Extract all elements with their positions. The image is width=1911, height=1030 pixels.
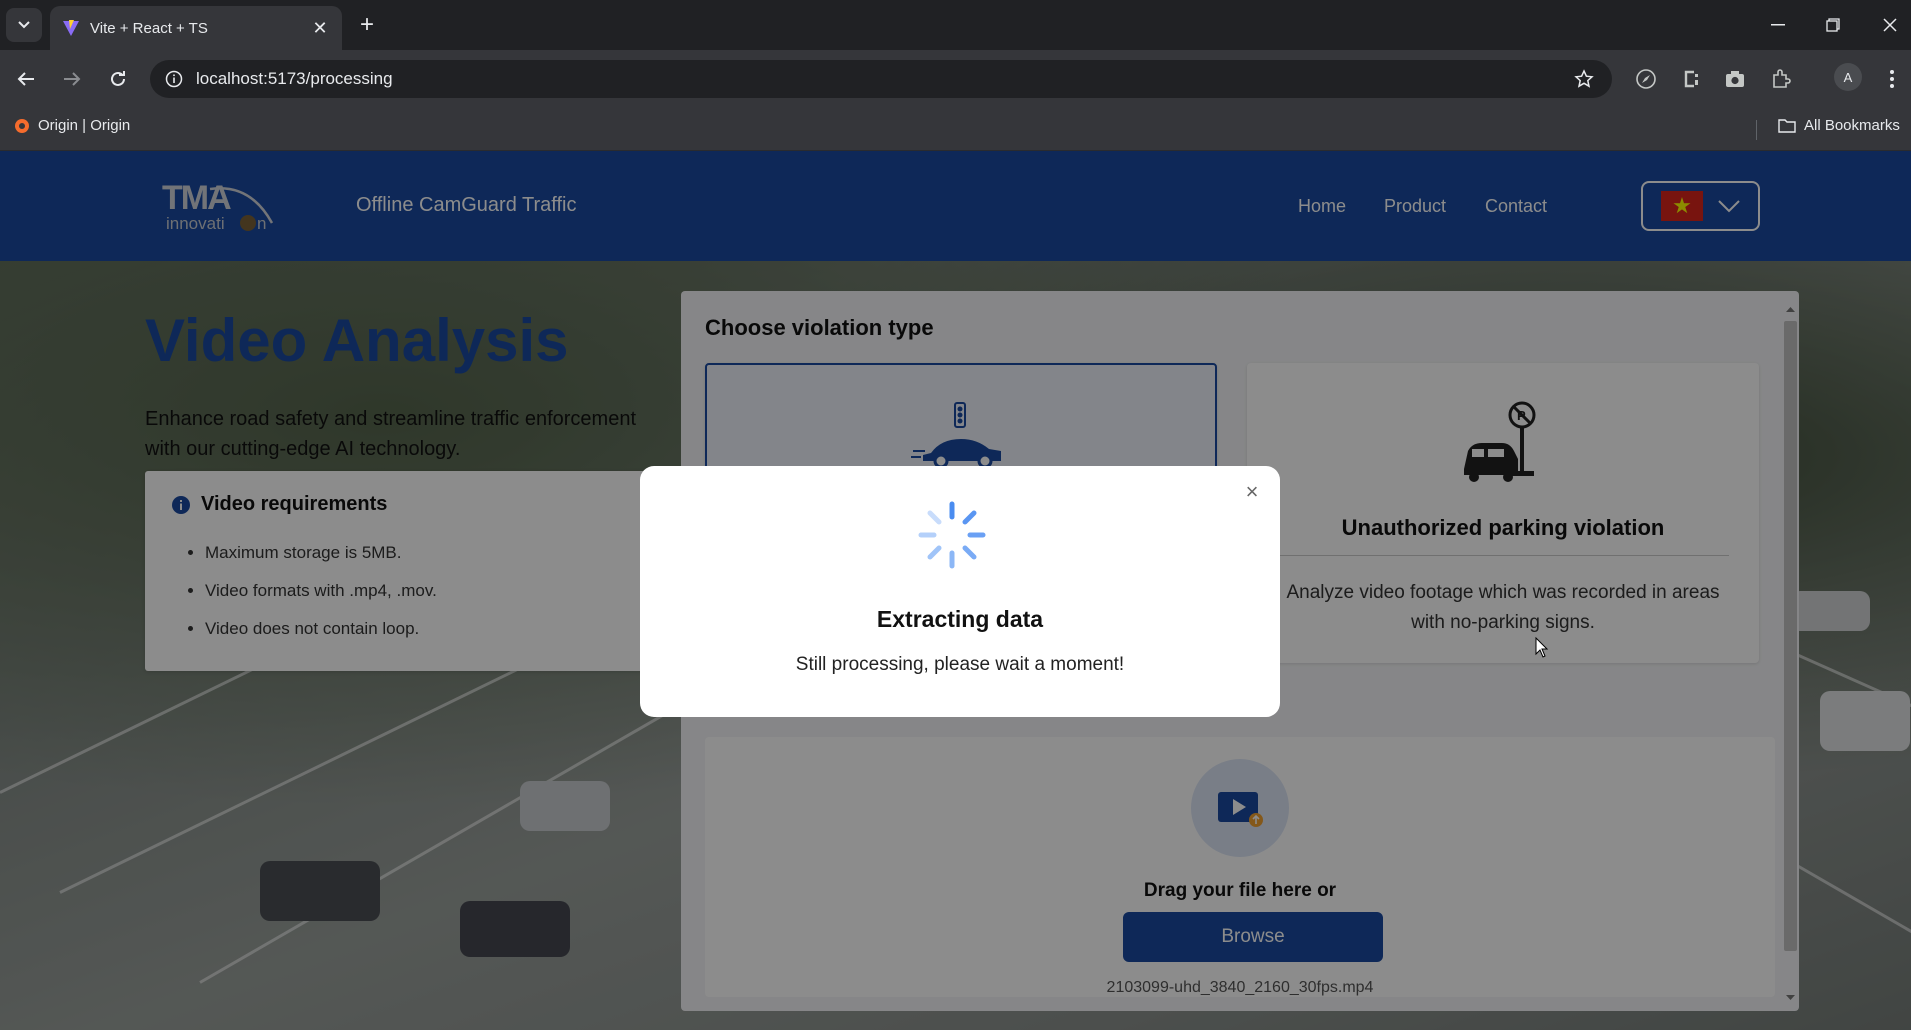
minimize-icon: [1771, 24, 1785, 26]
back-button[interactable]: [10, 63, 42, 95]
bookmarks-bar: Origin | Origin All Bookmarks: [0, 108, 1911, 151]
tab-strip: Vite + React + TS ✕ +: [0, 0, 1911, 50]
modal-message: Still processing, please wait a moment!: [795, 654, 1125, 675]
modal-title: Extracting data: [876, 606, 1044, 632]
camera-icon[interactable]: [1721, 65, 1749, 93]
close-window-button[interactable]: [1870, 10, 1910, 40]
url-text: localhost:5173/processing: [196, 69, 393, 88]
folder-icon: [1778, 119, 1796, 133]
arrow-left-icon: [17, 72, 34, 86]
chevron-down-icon: [18, 21, 30, 29]
extensions-puzzle-icon[interactable]: [1767, 65, 1795, 93]
bookmark-origin[interactable]: Origin | Origin: [14, 117, 130, 134]
vite-logo-icon: [63, 20, 79, 36]
all-bookmarks-button[interactable]: All Bookmarks: [1778, 117, 1900, 134]
restore-button[interactable]: [1813, 10, 1853, 40]
loading-spinner-icon: [918, 501, 986, 569]
reload-button[interactable]: [102, 63, 134, 95]
close-icon[interactable]: ×: [1240, 479, 1264, 504]
extension-compass-icon[interactable]: [1632, 65, 1660, 93]
bookmark-label: Origin | Origin: [38, 117, 131, 134]
bookmark-star-icon[interactable]: [1564, 69, 1604, 89]
bookmark-divider: [1756, 120, 1757, 140]
minimize-button[interactable]: [1758, 10, 1798, 40]
menu-kebab-icon[interactable]: [1878, 65, 1906, 93]
address-bar[interactable]: localhost:5173/processing: [150, 60, 1612, 98]
browser-toolbar: localhost:5173/processing A: [0, 50, 1911, 108]
new-tab-button[interactable]: +: [352, 10, 382, 40]
processing-modal: × Extracting data Still processing, plea…: [640, 466, 1280, 717]
close-icon: [1883, 18, 1897, 32]
page-viewport: TMA innovati n Offline CamGuard Traffic …: [0, 151, 1911, 1030]
origin-logo-icon: [15, 118, 29, 133]
mouse-cursor-icon: [1535, 637, 1549, 658]
forward-button[interactable]: [56, 63, 88, 95]
tab-title: Vite + React + TS: [90, 19, 208, 37]
all-bookmarks-label: All Bookmarks: [1804, 117, 1900, 134]
profile-avatar[interactable]: A: [1834, 63, 1862, 91]
close-tab-icon[interactable]: ✕: [310, 18, 330, 39]
arrow-right-icon: [64, 72, 81, 86]
restore-icon: [1826, 18, 1840, 32]
tab-search-button[interactable]: [6, 8, 42, 42]
reload-icon: [111, 71, 125, 86]
site-info-icon[interactable]: [154, 70, 194, 88]
browser-tab[interactable]: Vite + React + TS ✕: [50, 6, 342, 50]
extension-c-icon[interactable]: [1677, 65, 1705, 93]
